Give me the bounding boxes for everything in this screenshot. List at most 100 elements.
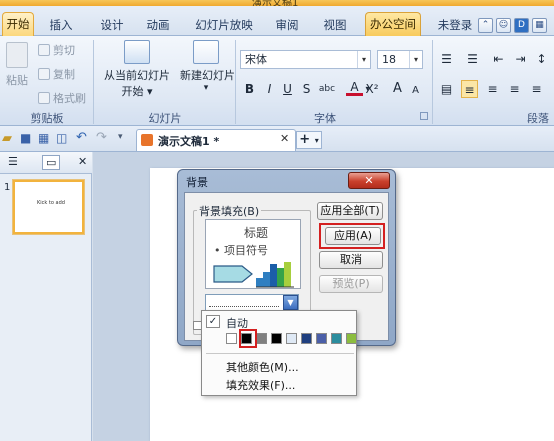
- fill-color-combo[interactable]: ▼: [205, 294, 299, 311]
- save-icon[interactable]: ■: [20, 131, 31, 145]
- tab-slideshow[interactable]: 幻灯片放映: [194, 16, 254, 36]
- superscript-button[interactable]: X²: [361, 80, 383, 98]
- color-swatch[interactable]: [331, 333, 342, 344]
- strikethrough-button[interactable]: S: [298, 80, 315, 98]
- skin-icon[interactable]: ▦: [532, 18, 547, 33]
- fill-preview: 标题 • 项目符号: [205, 219, 301, 289]
- preview-graphics: [213, 262, 294, 288]
- tab-view[interactable]: 视图: [320, 16, 350, 36]
- outline-view-icon[interactable]: ▭: [42, 155, 61, 170]
- dialog-title: 背景: [186, 176, 208, 189]
- print-icon[interactable]: ▦: [38, 131, 49, 145]
- dialog-close-button[interactable]: ✕: [348, 172, 390, 189]
- underline-button[interactable]: U: [279, 80, 296, 98]
- slide-number: 1: [4, 182, 11, 193]
- from-current-slide-button[interactable]: 从当前幻灯片 开始 ▾: [100, 40, 174, 99]
- new-slide-icon: [193, 40, 219, 64]
- slides-group-label: 幻灯片: [148, 112, 182, 125]
- open-folder-icon[interactable]: ▰: [2, 131, 12, 146]
- smiley-icon[interactable]: ☺: [496, 18, 511, 33]
- align-left-active-icon[interactable]: ≡: [461, 80, 478, 98]
- color-swatch[interactable]: [286, 333, 297, 344]
- color-swatch[interactable]: [301, 333, 312, 344]
- slide-pane: ☰ ▭ ✕ 1 Kick to add: [0, 152, 92, 441]
- preview-button[interactable]: 预览(P): [319, 275, 383, 293]
- color-swatch[interactable]: [316, 333, 327, 344]
- italic-button[interactable]: I: [261, 80, 278, 98]
- undo-icon[interactable]: ↶: [76, 130, 87, 145]
- document-tab[interactable]: 演示文稿1 * ✕: [136, 129, 296, 151]
- align-right-icon[interactable]: ≡: [506, 80, 523, 98]
- ribbon-separator: [93, 40, 94, 124]
- font-size-select[interactable]: 18 ▾: [377, 50, 423, 69]
- color-swatch[interactable]: [226, 333, 237, 344]
- clipboard-group-label: 剪贴板: [30, 112, 64, 125]
- indent-icon[interactable]: ⇥: [512, 50, 529, 68]
- fill-effects-item[interactable]: 填充效果(F)...: [226, 377, 295, 393]
- chevron-down-icon[interactable]: ▾: [409, 51, 422, 68]
- numbering-icon[interactable]: ☰: [464, 50, 481, 68]
- align-center-icon[interactable]: ≡: [484, 80, 501, 98]
- ribbon: 粘贴 剪切 复制 格式刷 剪贴板 从当前幻灯片 开始 ▾ 新建幻灯片 ▾ 幻灯片…: [0, 36, 554, 126]
- paste-icon: [6, 42, 28, 68]
- color-swatch[interactable]: [271, 333, 282, 344]
- chevron-down-icon[interactable]: ▾: [357, 51, 370, 68]
- cancel-button[interactable]: 取消: [319, 251, 383, 269]
- tab-office-space[interactable]: 办公空间: [365, 12, 421, 37]
- color-swatch[interactable]: [256, 333, 267, 344]
- ribbon-tab-row: 开始 插入 设计 动画 幻灯片放映 审阅 视图 办公空间 未登录 ⌃ ☺ D ▦: [0, 6, 554, 37]
- fill-label: 背景填充(B): [197, 203, 262, 219]
- tab-design[interactable]: 设计: [97, 16, 127, 36]
- color-dropdown: ✓ 自动 其他颜色(M)... 填充效果(F)...: [201, 310, 357, 396]
- line-spacing-icon[interactable]: ↕: [533, 50, 550, 68]
- docer-icon[interactable]: D: [514, 18, 529, 33]
- outdent-icon[interactable]: ⇤: [490, 50, 507, 68]
- pane-tabs: ☰ ▭ ✕: [0, 152, 92, 174]
- customize-qat-icon[interactable]: ▾: [118, 132, 123, 142]
- close-icon[interactable]: ✕: [78, 155, 87, 168]
- menu-divider: [206, 353, 354, 354]
- redo-icon[interactable]: ↷: [96, 130, 107, 145]
- bold-button[interactable]: B: [241, 80, 258, 98]
- grow-font-button[interactable]: A: [389, 80, 406, 98]
- new-tab-button[interactable]: + ▾: [296, 131, 322, 149]
- quick-access-toolbar: ▰ ■ ▦ ◫ ↶ ↷ ▾ 演示文稿1 * ✕ + ▾: [0, 126, 554, 152]
- cut-button[interactable]: 剪切: [38, 42, 75, 58]
- new-slide-button[interactable]: 新建幻灯片 ▾: [180, 40, 235, 93]
- justify-icon[interactable]: ≡: [528, 80, 545, 98]
- tab-home[interactable]: 开始: [2, 12, 34, 37]
- presentation-icon: [141, 134, 153, 146]
- slides-view-icon[interactable]: ☰: [8, 155, 18, 168]
- swatch-highlight-box: [239, 329, 257, 348]
- check-icon: ✓: [206, 315, 220, 328]
- bullets-icon[interactable]: ☰: [438, 50, 455, 68]
- copy-button[interactable]: 复制: [38, 66, 75, 82]
- font-name-select[interactable]: 宋体 ▾: [240, 50, 371, 69]
- close-icon[interactable]: ✕: [280, 132, 289, 145]
- tab-review[interactable]: 审阅: [272, 16, 302, 36]
- format-painter-button[interactable]: 格式刷: [38, 90, 86, 106]
- shrink-font-button[interactable]: A: [407, 82, 424, 100]
- tab-insert[interactable]: 插入: [46, 16, 76, 36]
- tab-animation[interactable]: 动画: [143, 16, 173, 36]
- scissors-icon: [38, 44, 50, 56]
- align-left-icon[interactable]: ▤: [438, 80, 455, 98]
- apply-highlight-box: [319, 223, 385, 249]
- shadow-button[interactable]: abc: [316, 80, 338, 98]
- paste-button[interactable]: 粘贴: [4, 42, 30, 88]
- slide-thumbnail[interactable]: Kick to add: [13, 180, 84, 234]
- paragraph-group-label: 段落: [527, 112, 549, 125]
- apply-all-button[interactable]: 应用全部(T): [317, 202, 383, 220]
- ribbon-separator: [432, 40, 433, 124]
- chevron-down-icon: ▾: [314, 136, 319, 145]
- slideshow-icon: [124, 40, 150, 64]
- chevron-down-icon[interactable]: ▼: [283, 295, 298, 310]
- copy-icon: [38, 68, 50, 80]
- chevron-down-icon: ▾: [203, 83, 209, 93]
- color-swatch[interactable]: [346, 333, 357, 344]
- login-link[interactable]: 未登录: [436, 16, 474, 36]
- preview-icon[interactable]: ◫: [56, 131, 67, 145]
- more-colors-item[interactable]: 其他颜色(M)...: [226, 359, 299, 375]
- font-dialog-launcher-icon[interactable]: [420, 112, 428, 120]
- collapse-ribbon-icon[interactable]: ⌃: [478, 18, 493, 33]
